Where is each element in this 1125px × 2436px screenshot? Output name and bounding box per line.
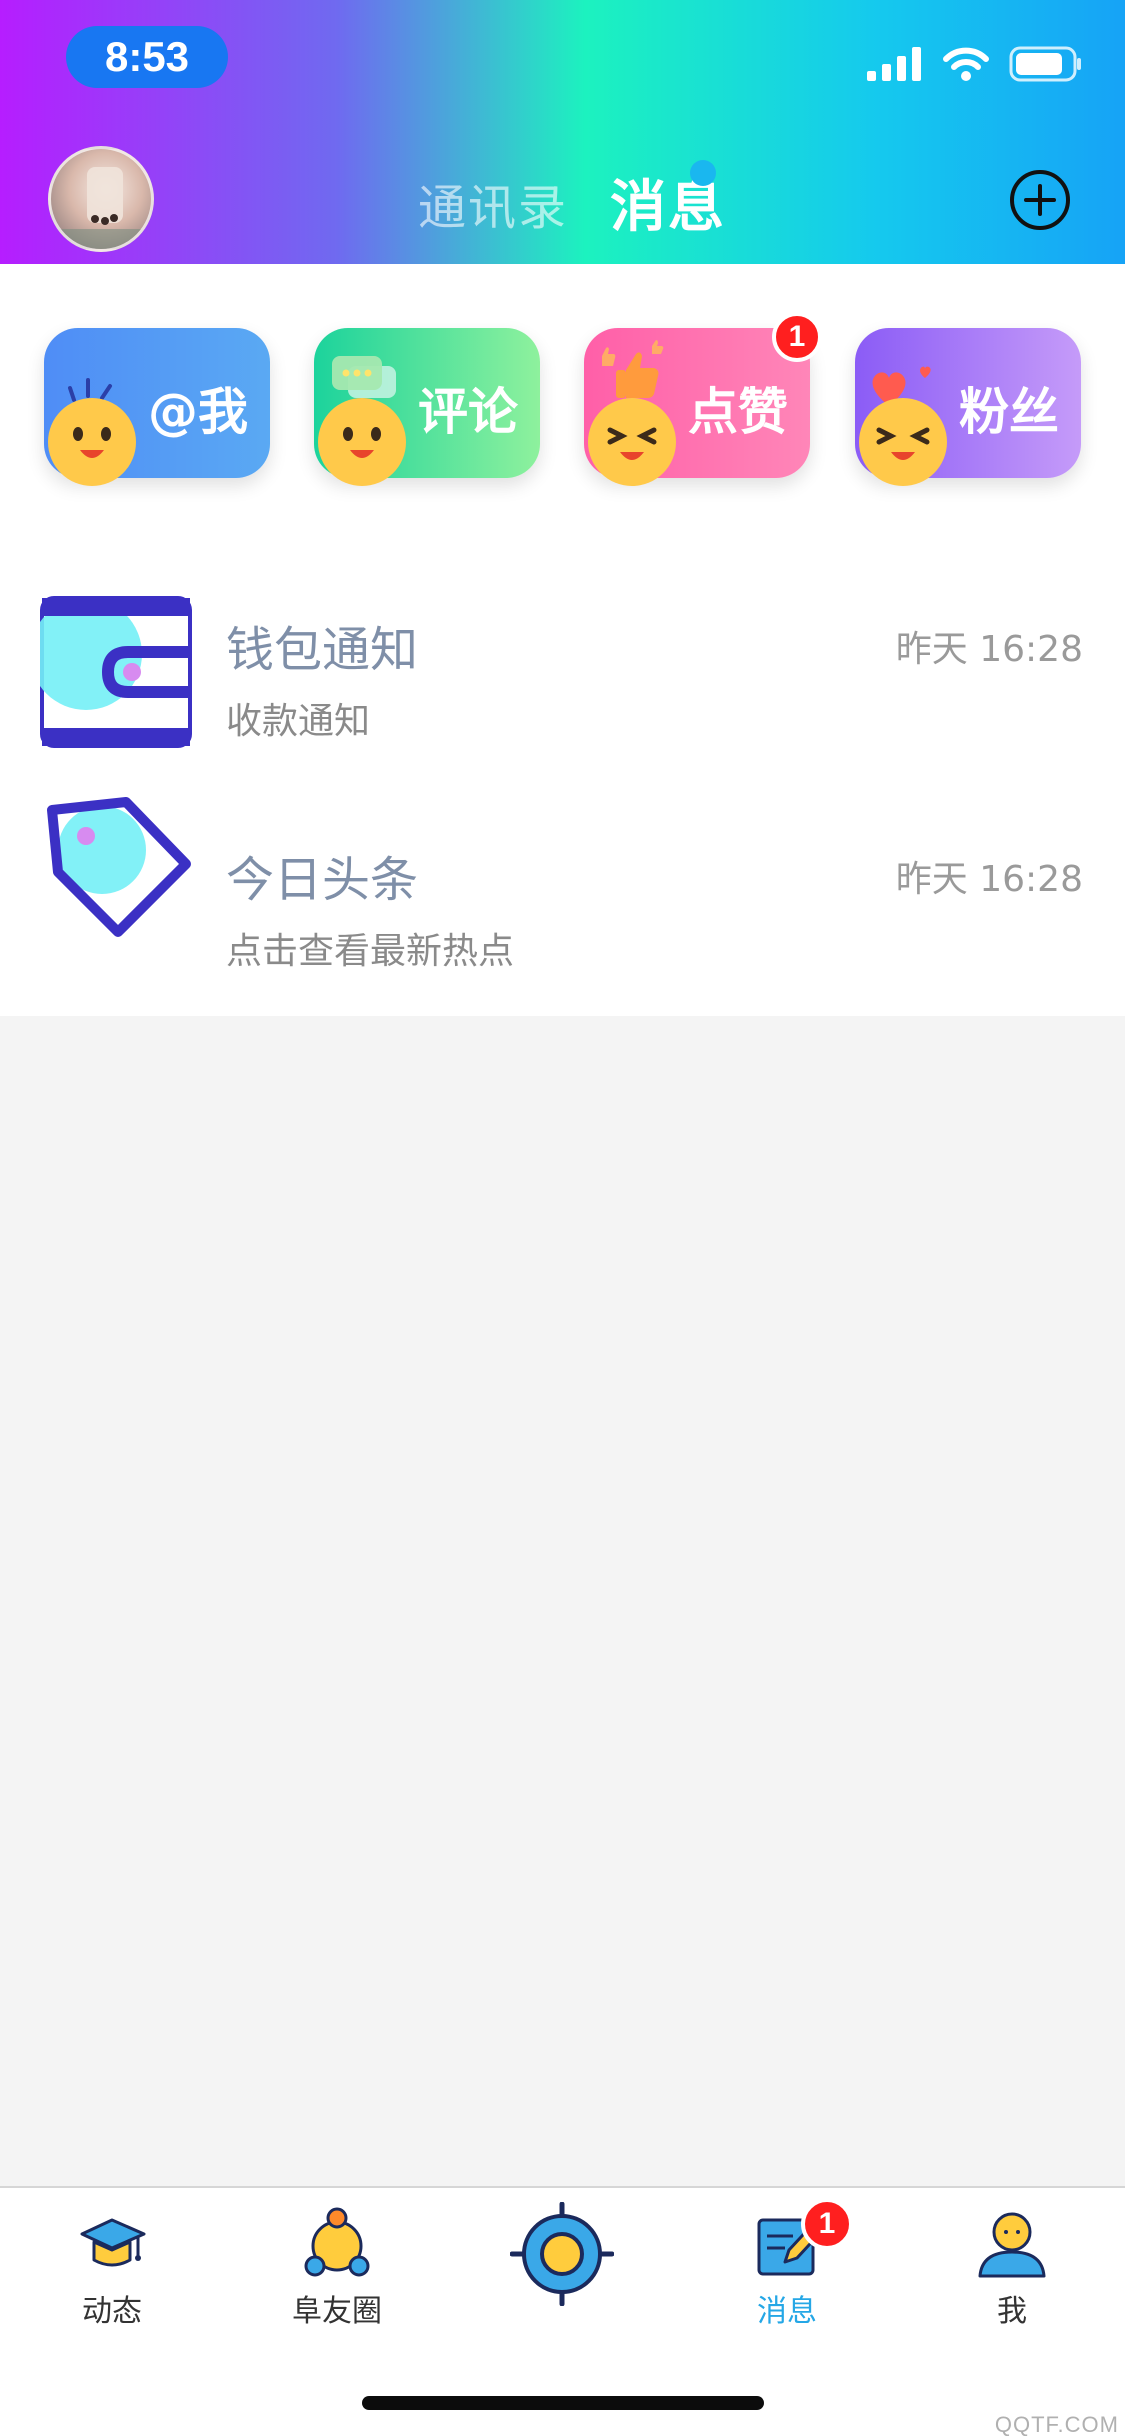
card-comments[interactable]: 评论 — [314, 328, 540, 486]
nav-label: 阜友圈 — [292, 2294, 382, 2329]
group-icon — [304, 2207, 370, 2277]
item-time: 昨天 16:28 — [895, 859, 1083, 900]
avatar-photo-icon — [51, 167, 151, 249]
winking-face-icon — [588, 398, 676, 486]
card-likes[interactable]: 点赞 1 — [584, 312, 822, 486]
wallet-icon — [40, 596, 192, 748]
home-indicator[interactable] — [362, 2396, 764, 2410]
list-item-headlines[interactable]: 今日头条 点击查看最新热点 昨天 16:28 — [0, 784, 1125, 1014]
wifi-icon — [943, 47, 989, 81]
card-label: 粉丝 — [959, 383, 1059, 441]
battery-icon — [1009, 46, 1081, 82]
nav-me[interactable]: 我 — [922, 2206, 1102, 2329]
laughing-face-icon — [859, 398, 947, 486]
card-label: 点赞 — [688, 383, 788, 441]
list-item-wallet[interactable]: 钱包通知 收款通知 昨天 16:28 — [0, 554, 1125, 784]
target-icon — [510, 2202, 614, 2306]
item-time: 昨天 16:28 — [895, 629, 1083, 670]
item-title: 钱包通知 — [226, 622, 419, 678]
tab-contacts[interactable]: 通讯录 — [418, 168, 568, 238]
tab-unread-dot — [690, 160, 716, 186]
user-icon — [978, 2212, 1046, 2278]
likes-badge: 1 — [772, 312, 822, 362]
nav-friends-circle[interactable]: 阜友圈 — [247, 2206, 427, 2329]
watermark: QQTF.COM — [994, 2412, 1119, 2436]
item-subtitle: 收款通知 — [226, 701, 371, 742]
item-subtitle: 点击查看最新热点 — [226, 931, 515, 972]
nav-label: 我 — [997, 2294, 1027, 2329]
smiley-face-icon — [48, 398, 136, 486]
tag-icon — [47, 797, 191, 937]
add-button[interactable] — [1008, 168, 1072, 232]
header-bar: 8:53 通讯录 消息 — [0, 0, 1125, 264]
category-cards: @我 评论 点赞 1 粉丝 — [0, 264, 1125, 554]
smiley-face-icon — [318, 398, 406, 486]
nav-messages[interactable]: 消息 1 — [697, 2198, 877, 2329]
card-label: 评论 — [418, 383, 518, 441]
signal-icon — [867, 47, 921, 81]
item-title: 今日头条 — [226, 852, 419, 908]
card-mentions[interactable]: @我 — [44, 328, 270, 486]
status-time: 8:53 — [66, 26, 228, 88]
nav-label: 消息 — [757, 2294, 817, 2329]
nav-discover[interactable] — [472, 2202, 652, 2326]
messages-nav-badge: 1 — [801, 2198, 853, 2250]
card-label: @我 — [148, 383, 248, 441]
avatar[interactable] — [48, 146, 154, 252]
card-fans[interactable]: 粉丝 — [855, 328, 1081, 486]
message-list: 钱包通知 收款通知 昨天 16:28 今日头条 点击查看最新热点 昨天 16:2… — [0, 554, 1125, 1016]
nav-feed[interactable]: 动态 — [22, 2206, 202, 2329]
graduation-cap-icon — [80, 2218, 146, 2267]
status-icons — [867, 44, 1083, 84]
nav-label: 动态 — [82, 2294, 142, 2329]
